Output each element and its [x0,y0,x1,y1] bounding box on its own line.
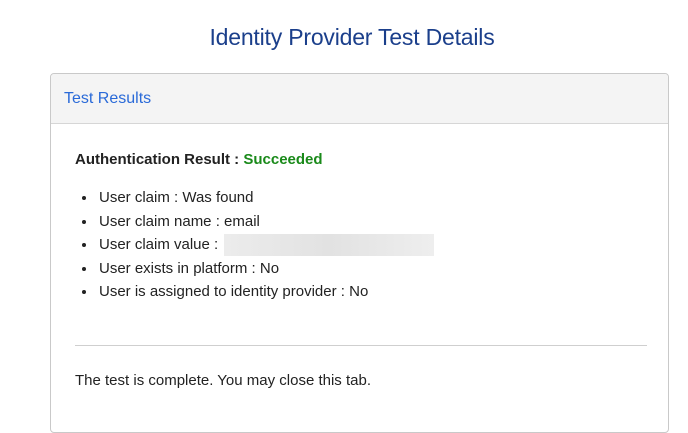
claim-name-text: User claim name : email [99,212,260,230]
test-results-panel: Test Results Authentication Result : Suc… [50,73,669,433]
list-item: User is assigned to identity provider : … [97,280,434,304]
list-item: User claim name : email [97,210,434,234]
panel-header: Test Results [51,74,668,124]
user-assigned-text: User is assigned to identity provider : … [99,283,369,300]
claim-found-text: User claim : Was found [99,189,254,206]
authentication-status: Succeeded [243,151,323,168]
authentication-result: Authentication Result : Succeeded [75,151,323,168]
redacted-value [224,234,435,257]
authentication-result-label: Authentication Result : [75,151,244,168]
page-title: Identity Provider Test Details [209,24,495,50]
list-item: User claim value : [97,233,435,257]
claim-value-text: User claim value : [99,236,219,253]
claim-list: User claim : Was found User claim name :… [75,186,435,304]
completion-message: The test is complete. You may close this… [75,372,371,389]
divider [75,345,647,346]
panel-title: Test Results [64,89,152,107]
list-item: User exists in platform : No [97,257,434,281]
list-item: User claim : Was found [97,186,434,210]
user-exists-text: User exists in platform : No [99,259,280,277]
